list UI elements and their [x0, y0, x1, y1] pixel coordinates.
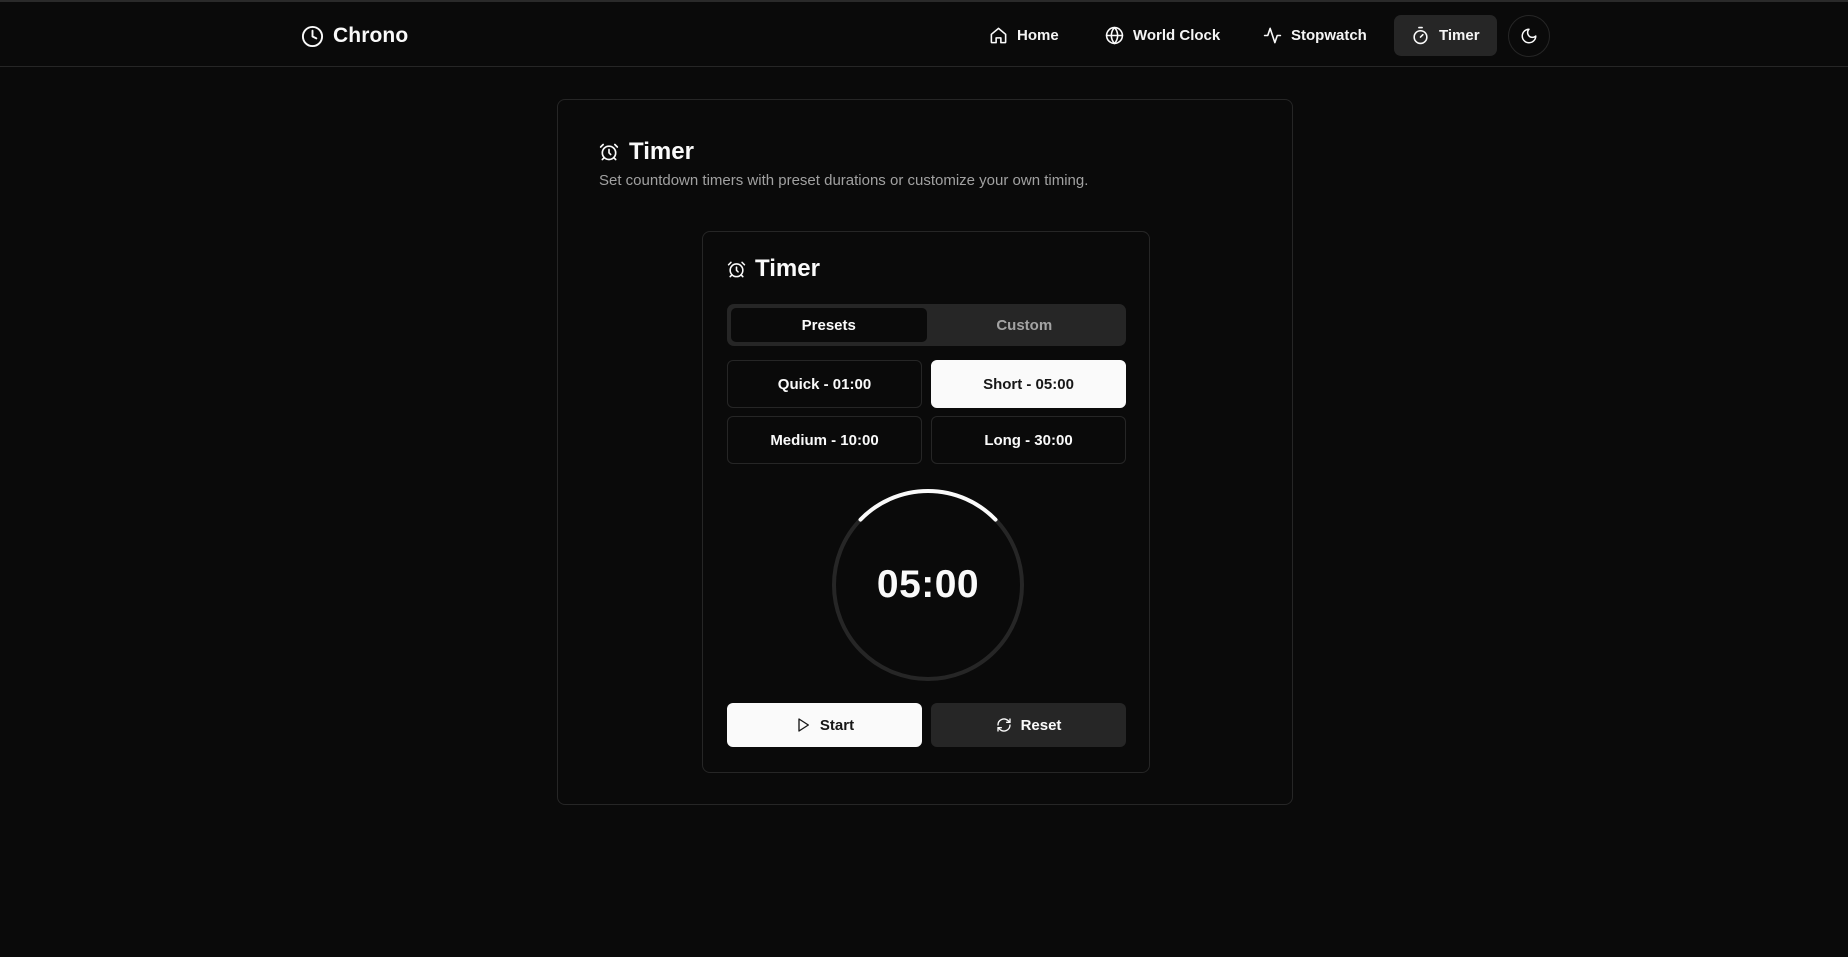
start-button-label: Start — [819, 716, 855, 734]
activity-icon — [1263, 27, 1282, 44]
preset-short-button[interactable]: Short - 05:00 — [931, 360, 1126, 408]
timer-icon — [1413, 26, 1428, 45]
nav-label-timer: Timer — [1439, 27, 1480, 44]
nav-label-world-clock: World Clock — [1133, 27, 1221, 44]
timer-page-card: Timer Set countdown timers with preset d… — [557, 99, 1293, 805]
globe-icon — [1105, 26, 1124, 45]
preset-long-button[interactable]: Long - 30:00 — [931, 416, 1126, 464]
timer-display: 05:00 — [876, 563, 980, 606]
nav-label-stopwatch: Stopwatch — [1291, 27, 1367, 44]
reset-button[interactable]: Reset — [931, 703, 1126, 747]
alarm-clock-icon — [599, 143, 619, 161]
home-icon — [990, 27, 1007, 44]
timer-dial: 05:00 — [831, 488, 1025, 682]
refresh-icon — [996, 718, 1011, 732]
page-title: Timer — [599, 138, 694, 166]
timer-widget-title: Timer — [727, 255, 820, 283]
timer-actions: Start Reset — [727, 703, 1126, 747]
reset-button-label: Reset — [1020, 716, 1062, 734]
nav-item-timer[interactable]: Timer — [1394, 15, 1497, 56]
preset-medium-button[interactable]: Medium - 10:00 — [727, 416, 922, 464]
theme-toggle-button[interactable] — [1508, 15, 1550, 57]
preset-quick-button[interactable]: Quick - 01:00 — [727, 360, 922, 408]
tab-presets[interactable]: Presets — [731, 308, 927, 342]
nav-item-world-clock[interactable]: World Clock — [1088, 15, 1237, 56]
page-description: Set countdown timers with preset duratio… — [599, 172, 1089, 189]
timer-widget-title-text: Timer — [755, 255, 820, 282]
start-button[interactable]: Start — [727, 703, 922, 747]
page-title-text: Timer — [629, 138, 694, 165]
timer-mode-tabs: Presets Custom — [727, 304, 1126, 346]
moon-icon — [1521, 28, 1537, 44]
tab-custom[interactable]: Custom — [927, 308, 1123, 342]
nav-label-home: Home — [1017, 27, 1059, 44]
preset-grid: Quick - 01:00 Short - 05:00 Medium - 10:… — [727, 360, 1126, 464]
main-nav: Home World Clock Stopwatch Timer — [0, 15, 1848, 56]
timer-widget: Timer Presets Custom Quick - 01:00 Short… — [702, 231, 1150, 773]
nav-item-stopwatch[interactable]: Stopwatch — [1246, 15, 1384, 56]
nav-item-home[interactable]: Home — [972, 15, 1076, 56]
play-icon — [798, 718, 809, 732]
top-navbar: Chrono Home World Clock Stopwatch Timer — [0, 0, 1848, 67]
alarm-clock-icon — [727, 261, 746, 277]
